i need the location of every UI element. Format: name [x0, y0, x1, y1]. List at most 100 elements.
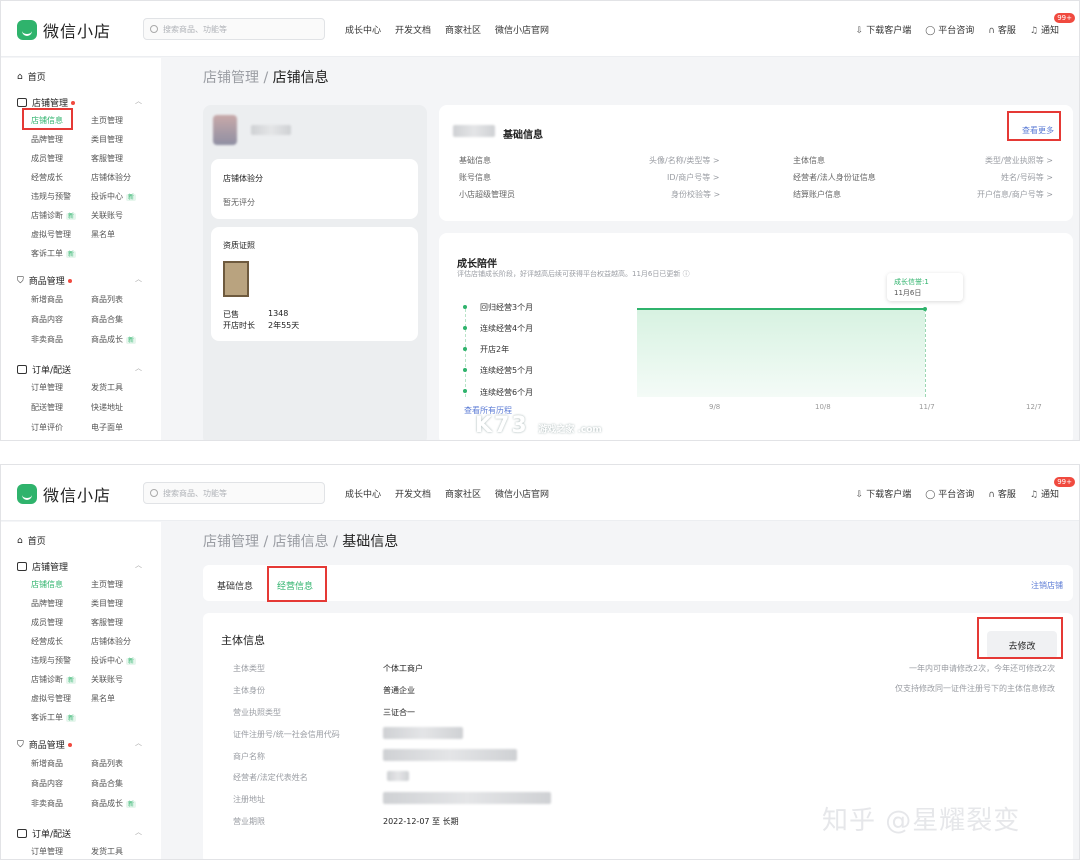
sidebar-item-members[interactable]: 成员管理 — [31, 617, 63, 628]
sidebar-section-orders[interactable]: 订单/配送 — [17, 363, 71, 376]
collapse-caret-icon[interactable]: ︿ — [135, 738, 142, 748]
breadcrumb-parent[interactable]: 店铺管理 / — [203, 70, 273, 86]
sidebar-item-tickets[interactable]: 客诉工单新 — [31, 248, 77, 259]
customer-service-link[interactable]: ∩ 客服 — [988, 23, 1016, 36]
sidebar-item-complaints[interactable]: 投诉中心新 — [91, 191, 137, 202]
sidebar-item-growth[interactable]: 经营成长 — [31, 172, 63, 183]
sidebar-item-virtual-number[interactable]: 虚拟号管理 — [31, 693, 71, 704]
sidebar-item-blacklist[interactable]: 黑名单 — [91, 229, 115, 240]
platform-consult-link[interactable]: ◯ 平台咨询 — [925, 23, 974, 36]
sidebar-item-diagnosis[interactable]: 店铺诊断新 — [31, 674, 77, 685]
row-settlement[interactable]: 结算账户信息 — [793, 189, 841, 200]
sidebar-item-experience-score[interactable]: 店铺体验分 — [91, 636, 131, 647]
row-super-admin-hint[interactable]: 身份校验等 > — [671, 189, 720, 200]
sidebar-item-category[interactable]: 类目管理 — [91, 598, 123, 609]
sidebar-item-store-info[interactable]: 店铺信息 — [31, 579, 63, 590]
sidebar-item-growth[interactable]: 经营成长 — [31, 636, 63, 647]
sidebar-item-delivery[interactable]: 配送管理 — [31, 402, 63, 413]
cancel-store-link[interactable]: 注销店铺 — [1031, 580, 1063, 591]
sidebar-section-goods[interactable]: ⛉ 商品管理 — [17, 274, 72, 287]
row-basic-info-hint[interactable]: 头像/名称/类型等 > — [649, 155, 720, 166]
sidebar-item-new-goods[interactable]: 新增商品 — [31, 758, 63, 769]
sidebar-item-diagnosis[interactable]: 店铺诊断新 — [31, 210, 77, 221]
sidebar-item-cs-manage[interactable]: 客服管理 — [91, 617, 123, 628]
sidebar-item-order-reviews[interactable]: 订单评价 — [31, 422, 63, 433]
nav-dev-docs[interactable]: 开发文档 — [395, 23, 431, 36]
row-subject-info[interactable]: 主体信息 — [793, 155, 825, 166]
sidebar-item-linked-accounts[interactable]: 关联账号 — [91, 210, 123, 221]
sidebar-section-store[interactable]: 店铺管理 — [17, 560, 68, 573]
sidebar-section-orders[interactable]: 订单/配送 — [17, 827, 71, 840]
sidebar-section-goods[interactable]: ⛉ 商品管理 — [17, 738, 72, 751]
notification-link[interactable]: ♫ 通知 — [1030, 487, 1059, 500]
app-logo[interactable]: 微信小店 — [17, 18, 111, 42]
sidebar-item-brand[interactable]: 品牌管理 — [31, 134, 63, 145]
sidebar-item-home-manage[interactable]: 主页管理 — [91, 579, 123, 590]
sidebar-item-shipping-tools[interactable]: 发货工具 — [91, 846, 123, 857]
sidebar-item-goods-list[interactable]: 商品列表 — [91, 758, 123, 769]
sidebar-item-home-manage[interactable]: 主页管理 — [91, 115, 123, 126]
sidebar-item-new-goods[interactable]: 新增商品 — [31, 294, 63, 305]
nav-official-site[interactable]: 微信小店官网 — [495, 487, 549, 500]
nav-community[interactable]: 商家社区 — [445, 487, 481, 500]
sidebar-home[interactable]: ⌂ 首页 — [17, 534, 46, 548]
customer-service-link[interactable]: ∩ 客服 — [988, 487, 1016, 500]
tab-basic-info[interactable]: 基础信息 — [217, 579, 253, 592]
license-thumbnail[interactable] — [223, 261, 249, 297]
sidebar-item-linked-accounts[interactable]: 关联账号 — [91, 674, 123, 685]
sidebar-item-goods-content[interactable]: 商品内容 — [31, 778, 63, 789]
sidebar-item-order-manage[interactable]: 订单管理 — [31, 382, 63, 393]
sidebar-item-members[interactable]: 成员管理 — [31, 153, 63, 164]
sidebar-item-cs-manage[interactable]: 客服管理 — [91, 153, 123, 164]
row-account-info-hint[interactable]: ID/商户号等 > — [667, 172, 719, 183]
sidebar-home[interactable]: ⌂ 首页 — [17, 70, 46, 84]
platform-consult-link[interactable]: ◯ 平台咨询 — [925, 487, 974, 500]
sidebar-item-brand[interactable]: 品牌管理 — [31, 598, 63, 609]
row-operator-id[interactable]: 经营者/法人身份证信息 — [793, 172, 876, 183]
nav-growth-center[interactable]: 成长中心 — [345, 487, 381, 500]
nav-dev-docs[interactable]: 开发文档 — [395, 487, 431, 500]
sidebar-item-blacklist[interactable]: 黑名单 — [91, 693, 115, 704]
collapse-caret-icon[interactable]: ︿ — [135, 363, 142, 373]
sidebar-item-goods-list[interactable]: 商品列表 — [91, 294, 123, 305]
notification-link[interactable]: ♫ 通知 — [1030, 23, 1059, 36]
experience-score-card[interactable] — [211, 159, 418, 219]
sidebar-item-goods-collection[interactable]: 商品合集 — [91, 314, 123, 325]
sidebar-item-express-address[interactable]: 快递地址 — [91, 402, 123, 413]
nav-official-site[interactable]: 微信小店官网 — [495, 23, 549, 36]
sidebar-item-e-waybill[interactable]: 电子面单 — [91, 422, 123, 433]
breadcrumb-parent[interactable]: 店铺管理 / 店铺信息 / — [203, 534, 342, 550]
sidebar-item-experience-score[interactable]: 店铺体验分 — [91, 172, 131, 183]
collapse-caret-icon[interactable]: ︿ — [135, 560, 142, 570]
collapse-caret-icon[interactable]: ︿ — [135, 827, 142, 837]
nav-growth-center[interactable]: 成长中心 — [345, 23, 381, 36]
row-operator-id-hint[interactable]: 姓名/号码等 > — [1001, 172, 1053, 183]
sidebar-item-goods-growth[interactable]: 商品成长新 — [91, 798, 137, 809]
collapse-caret-icon[interactable]: ︿ — [135, 96, 142, 106]
collapse-caret-icon[interactable]: ︿ — [135, 274, 142, 284]
row-super-admin[interactable]: 小店超级管理员 — [459, 189, 515, 200]
sidebar-item-order-manage[interactable]: 订单管理 — [31, 846, 63, 857]
download-client-link[interactable]: ⇩ 下载客户端 — [856, 23, 912, 36]
search-input[interactable]: 搜索商品、功能等 — [143, 18, 325, 40]
row-account-info[interactable]: 账号信息 — [459, 172, 491, 183]
sidebar-item-goods-growth[interactable]: 商品成长新 — [91, 334, 137, 345]
row-subject-info-hint[interactable]: 类型/营业执照等 > — [985, 155, 1053, 166]
sidebar-item-violations[interactable]: 违规与预警 — [31, 655, 71, 666]
sidebar-item-goods-collection[interactable]: 商品合集 — [91, 778, 123, 789]
search-input[interactable]: 搜索商品、功能等 — [143, 482, 325, 504]
sidebar-item-tickets[interactable]: 客诉工单新 — [31, 712, 77, 723]
row-basic-info[interactable]: 基础信息 — [459, 155, 491, 166]
sidebar-item-non-sale[interactable]: 非卖商品 — [31, 334, 63, 345]
download-client-link[interactable]: ⇩ 下载客户端 — [856, 487, 912, 500]
row-settlement-hint[interactable]: 开户信息/商户号等 > — [977, 189, 1053, 200]
sidebar-item-violations[interactable]: 违规与预警 — [31, 191, 71, 202]
app-logo[interactable]: 微信小店 — [17, 482, 111, 506]
sidebar-item-category[interactable]: 类目管理 — [91, 134, 123, 145]
sidebar-item-non-sale[interactable]: 非卖商品 — [31, 798, 63, 809]
sidebar-item-complaints[interactable]: 投诉中心新 — [91, 655, 137, 666]
data-point[interactable] — [923, 307, 927, 311]
sidebar-item-shipping-tools[interactable]: 发货工具 — [91, 382, 123, 393]
sidebar-item-virtual-number[interactable]: 虚拟号管理 — [31, 229, 71, 240]
sidebar-item-goods-content[interactable]: 商品内容 — [31, 314, 63, 325]
